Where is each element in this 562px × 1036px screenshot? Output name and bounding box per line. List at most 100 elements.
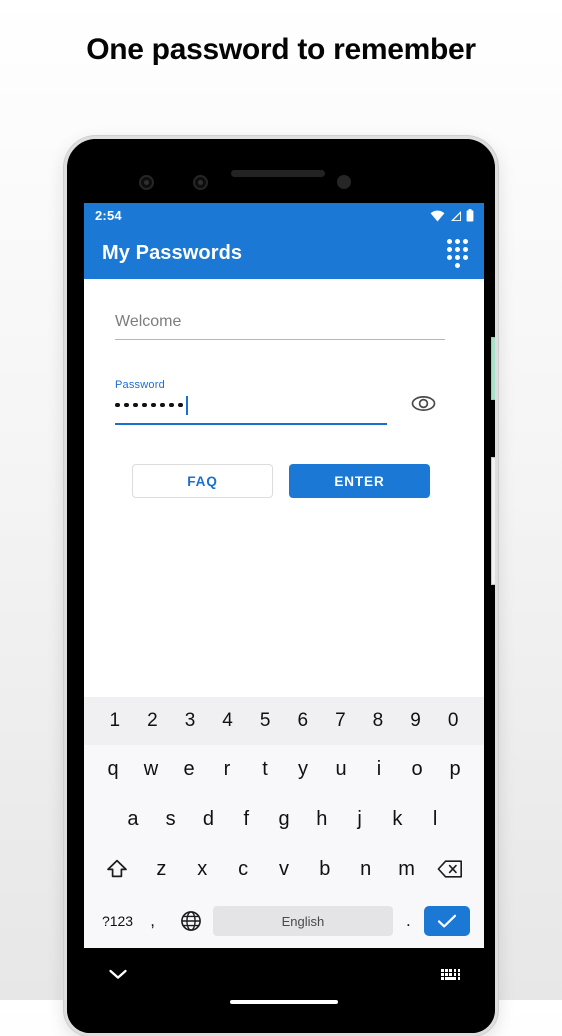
key-j[interactable]: j xyxy=(341,794,379,844)
status-bar: 2:54 xyxy=(84,203,484,228)
keyboard-row-bottom-letters: z x c v b n m xyxy=(84,844,484,894)
front-camera-icon xyxy=(337,175,351,189)
keyboard-icon-dot xyxy=(457,969,461,972)
keyboard-row-qwerty: q w e r t y u i o p xyxy=(84,745,484,794)
dialpad-dot xyxy=(463,247,468,252)
keyboard-icon-spacebar xyxy=(445,977,457,980)
key-r[interactable]: r xyxy=(208,745,246,794)
key-x[interactable]: x xyxy=(182,844,223,894)
password-dot xyxy=(133,402,138,408)
key-h[interactable]: h xyxy=(303,794,341,844)
phone-device-frame: 2:54 My Passwords Welcome Password FAQ E… xyxy=(64,136,498,1036)
key-w[interactable]: w xyxy=(132,745,170,794)
password-dot xyxy=(151,402,156,408)
key-3[interactable]: 3 xyxy=(171,697,209,745)
volume-rocker[interactable] xyxy=(491,457,495,585)
dialpad-dot xyxy=(463,255,468,260)
key-8[interactable]: 8 xyxy=(359,697,397,745)
key-d[interactable]: d xyxy=(190,794,228,844)
dialpad-dot xyxy=(447,239,452,244)
key-0[interactable]: 0 xyxy=(434,697,472,745)
phone-body: 2:54 My Passwords Welcome Password FAQ E… xyxy=(67,139,495,1033)
enter-button[interactable]: ENTER xyxy=(289,464,430,498)
backspace-icon xyxy=(438,860,463,878)
enter-key[interactable] xyxy=(424,906,470,936)
key-4[interactable]: 4 xyxy=(209,697,247,745)
key-t[interactable]: t xyxy=(246,745,284,794)
app-bar-title: My Passwords xyxy=(102,242,243,264)
dialpad-dot xyxy=(447,247,452,252)
system-navigation-bar xyxy=(84,948,484,1033)
key-u[interactable]: u xyxy=(322,745,360,794)
key-5[interactable]: 5 xyxy=(246,697,284,745)
keyboard-icon-dot xyxy=(441,973,444,976)
key-b[interactable]: b xyxy=(304,844,345,894)
key-v[interactable]: v xyxy=(264,844,305,894)
globe-icon xyxy=(180,911,201,931)
password-dot xyxy=(124,402,129,408)
key-o[interactable]: o xyxy=(398,745,436,794)
key-n[interactable]: n xyxy=(345,844,386,894)
text-cursor xyxy=(185,395,188,415)
key-i[interactable]: i xyxy=(360,745,398,794)
signal-icon xyxy=(451,210,461,221)
faq-button[interactable]: FAQ xyxy=(132,464,273,498)
globe-key[interactable] xyxy=(168,894,213,948)
keyboard-icon-dot xyxy=(457,973,461,976)
eye-icon-glyph xyxy=(411,395,435,411)
power-button[interactable] xyxy=(491,337,495,400)
dialpad-dot xyxy=(455,255,460,260)
key-9[interactable]: 9 xyxy=(397,697,435,745)
password-field[interactable]: Password xyxy=(115,379,387,425)
key-1[interactable]: 1 xyxy=(96,697,134,745)
password-dot xyxy=(115,402,120,408)
password-dot xyxy=(178,402,183,408)
key-6[interactable]: 6 xyxy=(284,697,322,745)
keyboard-icon-dot xyxy=(445,969,448,972)
spacebar-key[interactable]: English xyxy=(213,906,393,936)
keyboard-icon-dot xyxy=(457,977,461,980)
eye-icon[interactable] xyxy=(408,391,438,415)
light-sensor-icon xyxy=(193,175,208,190)
key-l[interactable]: l xyxy=(416,794,454,844)
welcome-field[interactable]: Welcome xyxy=(115,313,445,340)
key-c[interactable]: c xyxy=(223,844,264,894)
dialpad-dot xyxy=(455,247,460,252)
on-screen-keyboard: 1 2 3 4 5 6 7 8 9 0 q w e r t y u i o p … xyxy=(84,697,484,948)
key-k[interactable]: k xyxy=(378,794,416,844)
check-icon xyxy=(437,914,457,928)
shift-key[interactable] xyxy=(94,844,141,894)
symbols-key[interactable]: ?123 xyxy=(98,894,137,948)
key-s[interactable]: s xyxy=(152,794,190,844)
password-dot xyxy=(169,402,174,408)
keyboard-icon-dot xyxy=(441,969,444,972)
dialpad-icon[interactable] xyxy=(447,239,468,268)
keyboard-icon[interactable] xyxy=(441,969,462,980)
page-title: One password to remember xyxy=(86,33,476,66)
key-g[interactable]: g xyxy=(265,794,303,844)
shift-icon xyxy=(107,859,128,878)
key-m[interactable]: m xyxy=(386,844,427,894)
key-q[interactable]: q xyxy=(94,745,132,794)
home-indicator[interactable] xyxy=(230,1000,338,1004)
comma-key[interactable]: , xyxy=(137,894,168,948)
chevron-down-icon xyxy=(109,969,127,979)
password-dot xyxy=(160,402,165,408)
dialpad-dot xyxy=(447,255,452,260)
key-p[interactable]: p xyxy=(436,745,474,794)
dismiss-keyboard-button[interactable] xyxy=(108,967,128,985)
phone-screen: 2:54 My Passwords Welcome Password FAQ E… xyxy=(84,203,484,948)
key-e[interactable]: e xyxy=(170,745,208,794)
key-7[interactable]: 7 xyxy=(322,697,360,745)
keyboard-icon-dot xyxy=(453,973,457,976)
backspace-key[interactable] xyxy=(427,844,474,894)
period-key[interactable]: . xyxy=(393,894,424,948)
password-field-underline xyxy=(115,423,387,425)
key-f[interactable]: f xyxy=(227,794,265,844)
key-a[interactable]: a xyxy=(114,794,152,844)
dialpad-dot xyxy=(455,239,460,244)
welcome-field-placeholder: Welcome xyxy=(115,313,182,330)
key-z[interactable]: z xyxy=(141,844,182,894)
key-y[interactable]: y xyxy=(284,745,322,794)
key-2[interactable]: 2 xyxy=(134,697,172,745)
